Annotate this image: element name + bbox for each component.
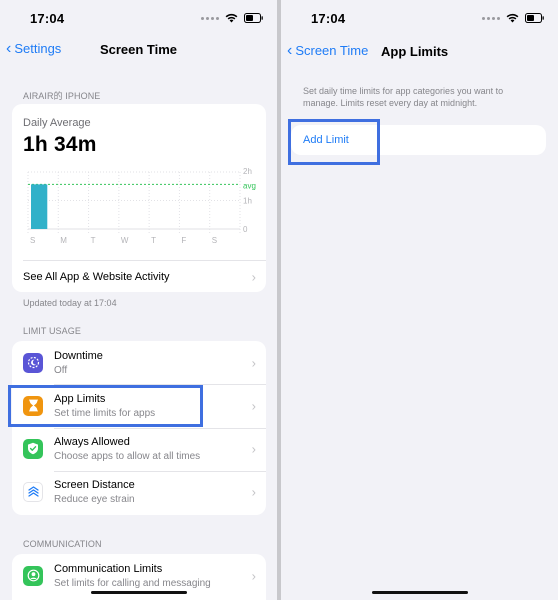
updated-label: Updated today at 17:04 xyxy=(23,298,117,308)
battery-icon xyxy=(525,13,544,23)
screen-distance-icon xyxy=(23,481,43,502)
app-limits-screen: 17:04 ‹ Screen Time App Limits Set daily… xyxy=(281,0,558,600)
status-time: 17:04 xyxy=(30,11,65,26)
day-label: M xyxy=(60,236,67,245)
downtime-subtitle: Off xyxy=(54,364,68,376)
wifi-icon xyxy=(225,13,238,23)
communication-label: COMMUNICATION xyxy=(23,539,102,549)
downtime-icon xyxy=(23,352,43,373)
battery-icon xyxy=(244,13,263,23)
day-label: T xyxy=(91,236,96,245)
see-all-activity-link[interactable]: See All App & Website Activity › xyxy=(12,261,266,292)
usage-chart-svg: S M T W T F S 2h avg 1h 0 xyxy=(27,167,256,245)
y-tick-label: 1h xyxy=(243,197,252,206)
chevron-right-icon: › xyxy=(251,568,256,583)
navigation-bar: ‹ Screen Time App Limits xyxy=(281,40,558,64)
downtime-title: Downtime xyxy=(54,349,103,362)
day-label: S xyxy=(30,236,35,245)
status-bar: 17:04 xyxy=(0,0,277,36)
status-bar: 17:04 xyxy=(281,0,558,36)
chevron-right-icon: › xyxy=(251,398,256,413)
y-tick-label: 0 xyxy=(243,225,248,234)
person-circle-icon xyxy=(23,565,43,586)
signal-icon xyxy=(201,16,219,20)
screen-distance-subtitle: Reduce eye strain xyxy=(54,493,135,505)
usage-chart[interactable]: S M T W T F S 2h avg 1h 0 xyxy=(12,164,266,254)
limit-usage-card: Downtime Off › App Limits Set time limit… xyxy=(12,341,266,515)
home-indicator xyxy=(90,591,187,594)
app-limits-description: Set daily time limits for app categories… xyxy=(303,86,504,108)
average-label: avg xyxy=(243,181,256,190)
usage-bar xyxy=(31,184,48,229)
see-all-label: See All App & Website Activity xyxy=(23,270,170,283)
device-label: AIRAIR的 iPHONE xyxy=(23,91,101,101)
always-allowed-title: Always Allowed xyxy=(54,435,130,448)
daily-average-label: Daily Average xyxy=(23,117,91,129)
chevron-right-icon: › xyxy=(251,355,256,370)
communication-limits-title: Communication Limits xyxy=(54,562,163,575)
daily-average-value: 1h 34m xyxy=(23,133,97,156)
always-allowed-row[interactable]: Always Allowed Choose apps to allow at a… xyxy=(12,427,266,470)
navigation-bar: ‹ Settings Screen Time xyxy=(0,38,277,62)
day-label: F xyxy=(181,236,186,245)
downtime-row[interactable]: Downtime Off › xyxy=(12,341,266,384)
day-label: T xyxy=(151,236,156,245)
day-label: S xyxy=(212,236,217,245)
chevron-right-icon: › xyxy=(251,441,256,456)
back-label: Screen Time xyxy=(295,43,369,58)
signal-icon xyxy=(482,16,500,20)
chevron-left-icon: ‹ xyxy=(287,42,293,59)
always-allowed-subtitle: Choose apps to allow at all times xyxy=(54,450,201,462)
day-label: W xyxy=(121,236,129,245)
checkmark-shield-icon xyxy=(23,438,43,459)
page-title: Screen Time xyxy=(99,42,178,57)
screen-distance-row[interactable]: Screen Distance Reduce eye strain › xyxy=(12,470,266,513)
back-button[interactable]: ‹ Screen Time xyxy=(287,42,369,59)
screen-time-screen: 17:04 ‹ Settings Screen Time AIRAIR的 iPH… xyxy=(0,0,277,600)
app-limits-highlight xyxy=(8,385,203,427)
communication-limits-subtitle: Set limits for calling and messaging xyxy=(54,577,211,589)
page-title: App Limits xyxy=(381,44,449,59)
status-time: 17:04 xyxy=(311,11,346,26)
home-indicator xyxy=(371,591,468,594)
limit-usage-label: LIMIT USAGE xyxy=(23,326,81,336)
add-limit-highlight xyxy=(288,119,380,165)
chevron-right-icon: › xyxy=(251,484,256,499)
y-tick-label: 2h xyxy=(243,167,252,176)
wifi-icon xyxy=(506,13,519,23)
screen-distance-title: Screen Distance xyxy=(54,478,135,491)
daily-average-card: Daily Average 1h 34m S M T W T F S 2h avg 1h 0 See… xyxy=(12,104,266,292)
chevron-right-icon: › xyxy=(251,269,256,284)
